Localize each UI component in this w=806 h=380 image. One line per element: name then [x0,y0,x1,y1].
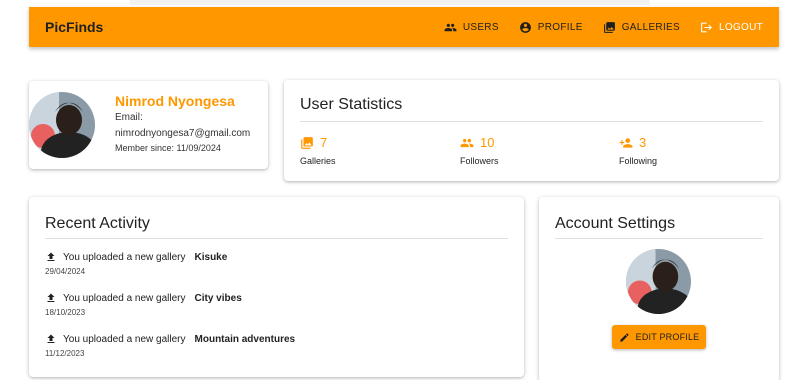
stat-galleries-label: Galleries [300,156,336,166]
profile-email-label: Email: [115,112,143,123]
list-item: You uploaded a new gallery Mountain adve… [45,333,505,374]
users-icon [444,23,457,31]
activity-gallery-name[interactable]: Mountain adventures [195,334,296,345]
account-circle-icon [519,21,531,33]
activity-text: You uploaded a new gallery [63,251,186,263]
stat-galleries-value: 7 [320,135,328,150]
upload-icon [47,252,55,261]
nav-users-label: USERS [462,21,499,33]
activity-text: You uploaded a new gallery [63,333,186,345]
activity-date: 18/10/2023 [45,308,86,317]
edit-profile-button[interactable]: EDIT PROFILE [612,325,706,349]
avatar [29,92,95,158]
stat-following: 3 Following [619,135,657,166]
main-nav: USERS PROFILE GALLERIES LOGOUT [444,21,763,34]
activity-list: You uploaded a new gallery Kisuke 29/04/… [45,251,505,374]
profile-member-since: Member since: 11/09/2024 [115,143,221,153]
activity-gallery-name[interactable]: Kisuke [195,252,228,263]
activity-gallery-name[interactable]: City vibes [195,293,242,304]
stat-followers: 10 Followers [460,135,499,166]
nav-galleries-label: GALLERIES [621,21,680,33]
recent-activity-card: Recent Activity You uploaded a new galle… [29,197,524,377]
activity-divider [45,238,508,239]
user-statistics-card: User Statistics 7 Galleries 10 Followers… [284,80,779,181]
profile-name: Nimrod Nyongesa [115,93,235,109]
activity-title: Recent Activity [45,215,150,232]
settings-title: Account Settings [555,215,676,232]
photo-library-icon [301,136,313,149]
galleries-icon [603,21,615,33]
profile-card: Nimrod Nyongesa Email: nimrodnyongesa7@g… [29,81,268,169]
nav-logout[interactable]: LOGOUT [700,21,763,34]
pencil-icon [620,332,629,342]
stats-title: User Statistics [300,96,403,113]
brand-title[interactable]: PicFinds [45,19,103,35]
people-icon [460,138,474,147]
nav-users[interactable]: USERS [444,21,499,34]
nav-logout-label: LOGOUT [718,21,763,33]
avatar-photo [626,249,691,314]
stats-divider [300,121,763,122]
logout-icon [701,22,712,32]
list-item: You uploaded a new gallery City vibes 18… [45,292,505,333]
activity-date: 29/04/2024 [45,267,86,276]
profile-email: nimrodnyongesa7@gmail.com [115,128,251,139]
activity-date: 11/12/2023 [45,349,85,358]
settings-divider [555,238,763,239]
person-add-icon [619,137,633,148]
upload-icon [47,293,55,302]
nav-galleries[interactable]: GALLERIES [603,21,680,34]
activity-text: You uploaded a new gallery [63,292,186,304]
nav-profile[interactable]: PROFILE [519,21,583,34]
stat-followers-label: Followers [460,156,499,166]
app-bar: PicFinds USERS PROFILE GALLERIES LOGOUT [29,7,779,47]
stat-galleries: 7 Galleries [300,135,336,166]
nav-profile-label: PROFILE [537,21,583,33]
upload-icon [47,334,55,343]
avatar-photo [29,92,95,158]
edit-profile-label: EDIT PROFILE [635,332,700,342]
avatar [626,249,691,314]
stat-following-label: Following [619,156,658,166]
browser-top-strip [130,0,650,5]
stat-following-value: 3 [639,135,647,150]
account-settings-card: Account Settings EDIT PROFILE [539,197,779,380]
list-item: You uploaded a new gallery Kisuke 29/04/… [45,251,505,292]
stat-followers-value: 10 [480,135,495,150]
